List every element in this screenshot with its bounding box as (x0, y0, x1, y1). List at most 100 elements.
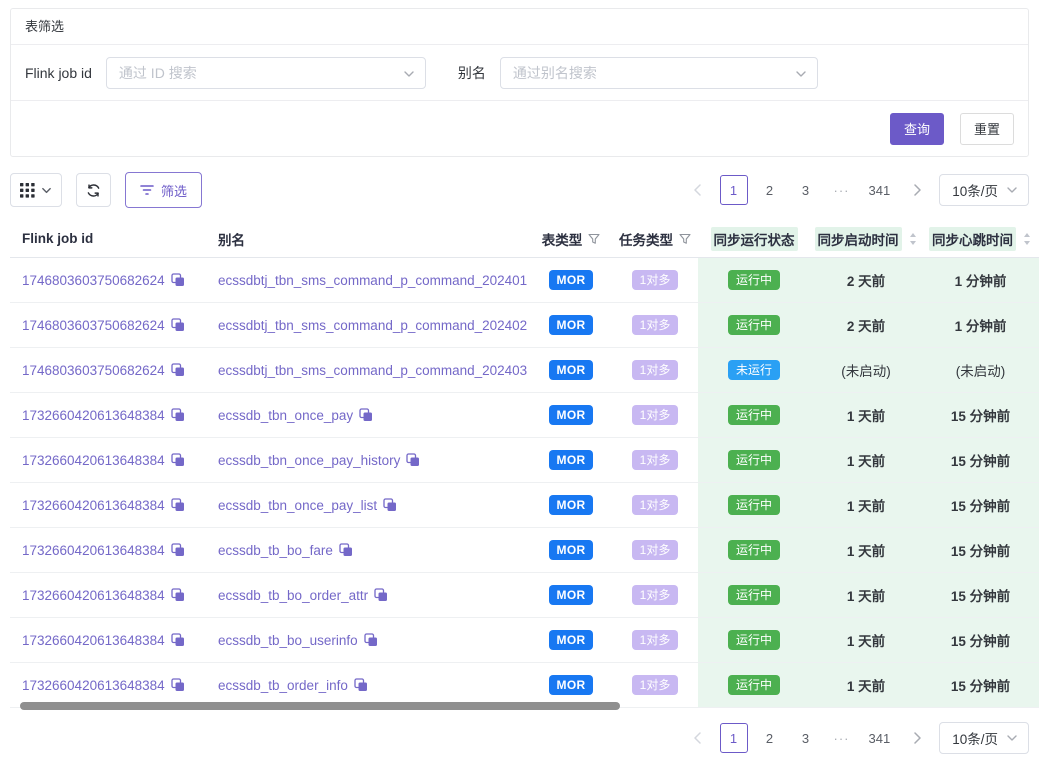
filter-funnel-icon[interactable] (588, 233, 600, 245)
table-header-row: Flink job id 别名 表类型 任务类型 同步运行状态 同步启动时间 同… (10, 220, 1039, 258)
filter-fields-row: Flink job id 通过 ID 搜索 别名 通过别名搜索 (11, 45, 1028, 101)
table-type-badge: MOR (549, 585, 594, 605)
copy-icon[interactable] (171, 318, 185, 332)
alias-link[interactable]: ecssdb_tbn_once_pay (218, 408, 353, 423)
horizontal-scrollbar-thumb[interactable] (20, 702, 620, 710)
job-id-link[interactable]: 1746803603750682624 (22, 273, 165, 288)
flink-job-id-select[interactable]: 通过 ID 搜索 (106, 57, 426, 89)
alias-link[interactable]: ecssdbtj_tbn_sms_command_p_command_20240… (218, 273, 527, 288)
alias-select[interactable]: 通过别名搜索 (500, 57, 818, 89)
filter-card-title: 表筛选 (11, 9, 1028, 45)
sync-heartbeat-time: 15 分钟前 (951, 675, 1010, 695)
job-id-link[interactable]: 1732660420613648384 (22, 633, 165, 648)
job-id-link[interactable]: 1732660420613648384 (22, 588, 165, 603)
page-number-button[interactable]: 341 (864, 175, 896, 205)
col-header-task-type: 任务类型 (612, 220, 698, 257)
page-ellipsis[interactable]: ··· (828, 175, 856, 205)
alias-link[interactable]: ecssdb_tbn_once_pay_list (218, 498, 377, 513)
sync-heartbeat-time: 1 分钟前 (955, 270, 1007, 290)
prev-page-button[interactable] (684, 723, 712, 753)
task-type-badge: 1对多 (632, 630, 679, 650)
refresh-icon (86, 183, 101, 198)
next-page-button[interactable] (903, 175, 931, 205)
job-id-link[interactable]: 1732660420613648384 (22, 408, 165, 423)
alias-link[interactable]: ecssdbtj_tbn_sms_command_p_command_20240… (218, 363, 527, 378)
page-number-button[interactable]: 3 (792, 723, 820, 753)
alias-link[interactable]: ecssdb_tbn_once_pay_history (218, 453, 400, 468)
task-type-badge: 1对多 (632, 540, 679, 560)
page-number-button[interactable]: 2 (756, 175, 784, 205)
page-number-button[interactable]: 1 (720, 723, 748, 753)
page-size-select[interactable]: 10条/页 (939, 174, 1029, 206)
prev-page-button[interactable] (684, 175, 712, 205)
copy-icon[interactable] (364, 633, 378, 647)
filter-card-footer: 查询 重置 (11, 101, 1028, 156)
copy-icon[interactable] (171, 588, 185, 602)
job-id-link[interactable]: 1732660420613648384 (22, 678, 165, 693)
alias-link[interactable]: ecssdb_tb_order_info (218, 678, 348, 693)
job-id-link[interactable]: 1732660420613648384 (22, 453, 165, 468)
sync-start-time: 1 天前 (847, 540, 885, 560)
copy-icon[interactable] (383, 498, 397, 512)
alias-link[interactable]: ecssdbtj_tbn_sms_command_p_command_20240… (218, 318, 527, 333)
sync-heartbeat-time: 15 分钟前 (951, 540, 1010, 560)
table-body: 1746803603750682624 ecssdbtj_tbn_sms_com… (10, 258, 1039, 708)
pagination-top: 123 ··· 341 10条/页 (684, 174, 1029, 206)
job-id-link[interactable]: 1732660420613648384 (22, 543, 165, 558)
alias-link[interactable]: ecssdb_tb_bo_userinfo (218, 633, 358, 648)
sync-start-time: (未启动) (841, 360, 891, 380)
sorter-icon[interactable] (1022, 232, 1032, 246)
page-size-label: 10条/页 (952, 180, 998, 200)
alias-link[interactable]: ecssdb_tb_bo_fare (218, 543, 333, 558)
job-id-link[interactable]: 1732660420613648384 (22, 498, 165, 513)
table-type-badge: MOR (549, 675, 594, 695)
sync-start-time: 1 天前 (847, 495, 885, 515)
sync-status-badge: 运行中 (728, 585, 780, 605)
reset-button[interactable]: 重置 (960, 113, 1014, 145)
page-size-select[interactable]: 10条/页 (939, 722, 1029, 754)
page-number-button[interactable]: 1 (720, 175, 748, 205)
column-settings-button[interactable] (10, 173, 62, 207)
task-type-badge: 1对多 (632, 450, 679, 470)
copy-icon[interactable] (171, 273, 185, 287)
job-id-link[interactable]: 1746803603750682624 (22, 318, 165, 333)
next-page-button[interactable] (903, 723, 931, 753)
refresh-button[interactable] (76, 173, 111, 207)
sync-status-badge: 运行中 (728, 315, 780, 335)
table-row: 1732660420613648384 ecssdb_tbn_once_pay_… (10, 483, 1039, 528)
sync-status-badge: 运行中 (728, 495, 780, 515)
copy-icon[interactable] (171, 633, 185, 647)
sync-tables-table: Flink job id 别名 表类型 任务类型 同步运行状态 同步启动时间 同… (10, 220, 1039, 708)
col-header-sync-heartbeat-time: 同步心跳时间 (922, 220, 1039, 257)
sync-status-badge: 未运行 (728, 360, 780, 380)
col-header-flink-job-id: Flink job id (10, 220, 206, 257)
page-ellipsis[interactable]: ··· (828, 723, 856, 753)
copy-icon[interactable] (171, 498, 185, 512)
copy-icon[interactable] (354, 678, 368, 692)
copy-icon[interactable] (171, 543, 185, 557)
sync-start-time: 2 天前 (847, 270, 885, 290)
page-number-button[interactable]: 341 (864, 723, 896, 753)
job-id-link[interactable]: 1746803603750682624 (22, 363, 165, 378)
query-button[interactable]: 查询 (890, 113, 944, 145)
copy-icon[interactable] (339, 543, 353, 557)
copy-icon[interactable] (359, 408, 373, 422)
copy-icon[interactable] (171, 678, 185, 692)
table-type-badge: MOR (549, 450, 594, 470)
page-number-button[interactable]: 3 (792, 175, 820, 205)
col-header-sync-start-time: 同步启动时间 (810, 220, 922, 257)
filter-funnel-icon[interactable] (679, 233, 691, 245)
copy-icon[interactable] (171, 453, 185, 467)
copy-icon[interactable] (171, 363, 185, 377)
table-type-badge: MOR (549, 540, 594, 560)
alias-link[interactable]: ecssdb_tb_bo_order_attr (218, 588, 368, 603)
sorter-icon[interactable] (908, 232, 918, 246)
copy-icon[interactable] (374, 588, 388, 602)
page-number-button[interactable]: 2 (756, 723, 784, 753)
filter-button[interactable]: 筛选 (125, 172, 202, 208)
sync-status-badge: 运行中 (728, 405, 780, 425)
copy-icon[interactable] (406, 453, 420, 467)
copy-icon[interactable] (171, 408, 185, 422)
table-toolbar: 筛选 123 ··· 341 10条/页 (10, 172, 1029, 208)
sync-heartbeat-time: 15 分钟前 (951, 495, 1010, 515)
